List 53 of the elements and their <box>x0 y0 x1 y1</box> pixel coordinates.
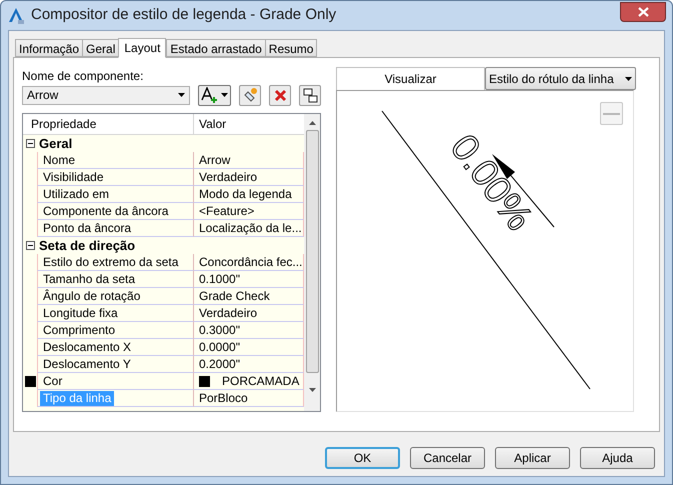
group-header[interactable]: Geral <box>37 135 72 152</box>
tab[interactable]: Resumo <box>264 39 318 57</box>
close-button[interactable] <box>620 2 666 22</box>
caret-icon <box>178 93 185 97</box>
app-logo-icon <box>7 6 25 24</box>
close-icon <box>638 6 648 16</box>
style-dropdown[interactable]: Estilo do rótulo da linha <box>485 67 636 90</box>
property-value: Modo da legenda <box>199 186 292 203</box>
color-swatch <box>199 376 210 386</box>
property-value: 0.3000" <box>199 322 240 339</box>
property-value: Grade Check <box>199 288 270 305</box>
dialog-button[interactable]: Ajuda <box>580 447 655 469</box>
dialog-button[interactable]: OK <box>325 447 400 469</box>
component-dropdown[interactable]: Arrow <box>22 86 190 104</box>
copy-icon <box>302 88 318 102</box>
tab[interactable]: Geral <box>82 39 120 57</box>
window-title: Compositor de estilo de legenda - Grade Only <box>31 5 336 26</box>
collapse-icon[interactable] <box>26 241 34 250</box>
dialog-button[interactable]: Aplicar <box>495 447 570 469</box>
scroll-thumb[interactable] <box>306 130 318 373</box>
tab[interactable]: Informação <box>15 39 84 57</box>
property-value: <Feature> <box>199 203 254 220</box>
tab[interactable]: Layout <box>118 38 166 58</box>
property-value: 0.2000" <box>199 356 240 373</box>
property-value: 0.1000" <box>199 271 240 288</box>
property-value: PorBloco <box>199 390 248 407</box>
property-value: Arrow <box>199 152 230 169</box>
dialog-button[interactable]: Cancelar <box>410 447 485 469</box>
property-value: Localização da le... <box>199 220 302 237</box>
copy-button[interactable] <box>299 84 321 106</box>
property-value: Verdadeiro <box>199 169 258 186</box>
group-header[interactable]: Seta de direção <box>37 237 136 254</box>
property-value: Concordância fec... <box>199 254 302 271</box>
property-value: PORCAMADA <box>222 373 300 390</box>
field-label: Nome de componente: <box>22 68 144 84</box>
delete-icon <box>274 88 286 102</box>
scroll-up-icon <box>308 121 316 125</box>
caret-icon <box>625 76 632 80</box>
tab[interactable]: Estado arrastado <box>166 39 266 57</box>
property-value: Verdadeiro <box>199 305 258 322</box>
scroll-down-icon <box>308 388 316 392</box>
caret-icon <box>221 93 228 97</box>
color-swatch <box>24 376 36 387</box>
text-add-icon <box>201 87 219 103</box>
column-header: Propriedade <box>23 114 194 134</box>
add-text-button[interactable] <box>198 84 231 106</box>
property-name[interactable]: Cor <box>40 374 66 388</box>
scrollbar[interactable] <box>304 114 320 411</box>
property-value: 0.0000" <box>199 339 240 356</box>
delete-button[interactable] <box>269 84 291 106</box>
tool-button[interactable] <box>239 84 261 106</box>
collapse-icon[interactable] <box>26 139 34 148</box>
column-header: Valor <box>194 114 304 134</box>
